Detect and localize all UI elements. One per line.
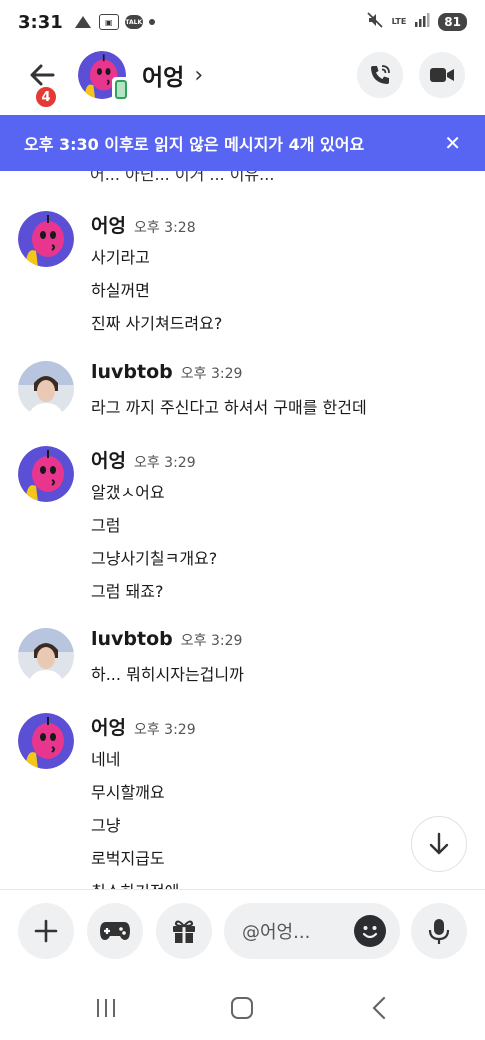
mobile-status-icon: [112, 77, 130, 101]
avatar[interactable]: [18, 713, 74, 769]
phone-icon: [371, 65, 390, 84]
message-line: 하... 뭐히시자는겁니까: [91, 665, 244, 684]
gamepad-icon: [100, 922, 130, 940]
status-bar: 3:31 ▣ TALK LTE 81: [0, 0, 485, 44]
notification-dot-icon: [148, 19, 155, 25]
chevron-left-icon: [372, 996, 386, 1020]
arrow-down-icon: [429, 832, 449, 855]
video-camera-icon: [430, 68, 454, 82]
gift-button[interactable]: [156, 903, 212, 959]
home-icon: [231, 997, 253, 1019]
network-type: LTE: [391, 17, 407, 26]
message-input[interactable]: @어엉...: [224, 903, 400, 959]
close-banner-button[interactable]: ✕: [444, 131, 461, 155]
message-time: 오후 3:29: [133, 455, 196, 471]
microphone-icon: [428, 919, 450, 944]
avatar[interactable]: [18, 446, 74, 502]
message-time: 오후 3:29: [180, 366, 243, 382]
message-line: 무시할깨요: [91, 783, 165, 802]
message-author[interactable]: 어엉 오후 3:28: [91, 211, 196, 238]
message-line: 로벅지급도: [91, 849, 165, 868]
message-line: 그냥사기칠ㅋ개요?: [91, 549, 218, 568]
message-author[interactable]: luvbtob 오후 3:29: [91, 628, 242, 650]
emoji-icon: [362, 926, 378, 939]
message-time: 오후 3:29: [133, 722, 196, 738]
message-line: 그럼 돼죠?: [91, 582, 164, 601]
voice-message-button[interactable]: [411, 903, 467, 959]
system-back-button[interactable]: [365, 994, 393, 1022]
message-line: 진짜 사기쳐드려요?: [91, 314, 223, 333]
message-line: 그냥: [91, 816, 121, 835]
emoji-button[interactable]: [354, 915, 386, 947]
recent-apps-button[interactable]: [92, 994, 120, 1022]
avatar[interactable]: [18, 211, 74, 267]
message-time: 오후 3:28: [133, 220, 196, 236]
voice-call-button[interactable]: [357, 52, 403, 98]
unread-banner[interactable]: 오후 3:30 이후로 읽지 않은 메시지가 4개 있어요 ✕: [0, 115, 485, 171]
clipped-message-line: 어... 아닌... 이거 ... 이유...: [90, 171, 275, 184]
avatar[interactable]: [18, 628, 74, 684]
unread-banner-text: 오후 3:30 이후로 읽지 않은 메시지가 4개 있어요: [24, 135, 365, 154]
mute-icon: [366, 11, 384, 34]
message-line: 취소하기전에: [91, 878, 179, 889]
message-time: 오후 3:29: [180, 633, 243, 649]
signal-icon: [414, 12, 430, 32]
talk-icon: TALK: [124, 15, 143, 29]
message-line: 하실꺼면: [91, 281, 150, 300]
recent-apps-icon: [97, 999, 115, 1017]
message-line: 알갰ㅅ어요: [91, 483, 165, 502]
composer-bar: @어엉...: [0, 903, 485, 959]
chat-title[interactable]: 어엉: [142, 58, 184, 92]
message-author[interactable]: 어엉 오후 3:29: [91, 446, 196, 473]
chevron-right-icon[interactable]: ›: [194, 63, 203, 88]
add-attachment-button[interactable]: [18, 903, 74, 959]
gift-icon: [173, 920, 195, 943]
status-time: 3:31: [18, 11, 63, 33]
video-call-button[interactable]: [419, 52, 465, 98]
home-button[interactable]: [228, 994, 256, 1022]
message-author[interactable]: 어엉 오후 3:29: [91, 713, 196, 740]
unread-badge: 4: [34, 85, 58, 109]
message-line: 사기라고: [91, 248, 150, 267]
activities-button[interactable]: [87, 903, 143, 959]
scroll-to-bottom-button[interactable]: [411, 816, 467, 872]
message-line: 라그 까지 주신다고 하셔서 구매를 한건데: [91, 398, 367, 417]
header-avatar[interactable]: [78, 51, 130, 101]
back-button[interactable]: 4: [20, 53, 64, 109]
system-navigation-bar: [0, 980, 485, 1036]
message-line: 네네: [91, 750, 121, 769]
message-list[interactable]: 어... 아닌... 이거 ... 이유... 어엉 오후 3:28 사기라고 하…: [0, 171, 485, 889]
avatar[interactable]: [18, 361, 74, 417]
chat-header: 4 어엉 ›: [0, 44, 485, 109]
message-line: 그럼: [91, 516, 121, 535]
app-notification-icon: [73, 14, 93, 30]
message-author[interactable]: luvbtob 오후 3:29: [91, 361, 242, 383]
composer-divider: [0, 889, 485, 890]
screenshot-icon: ▣: [98, 14, 119, 30]
battery-level: 81: [438, 13, 467, 31]
plus-icon: [34, 919, 58, 943]
message-input-placeholder: @어엉...: [242, 922, 311, 943]
